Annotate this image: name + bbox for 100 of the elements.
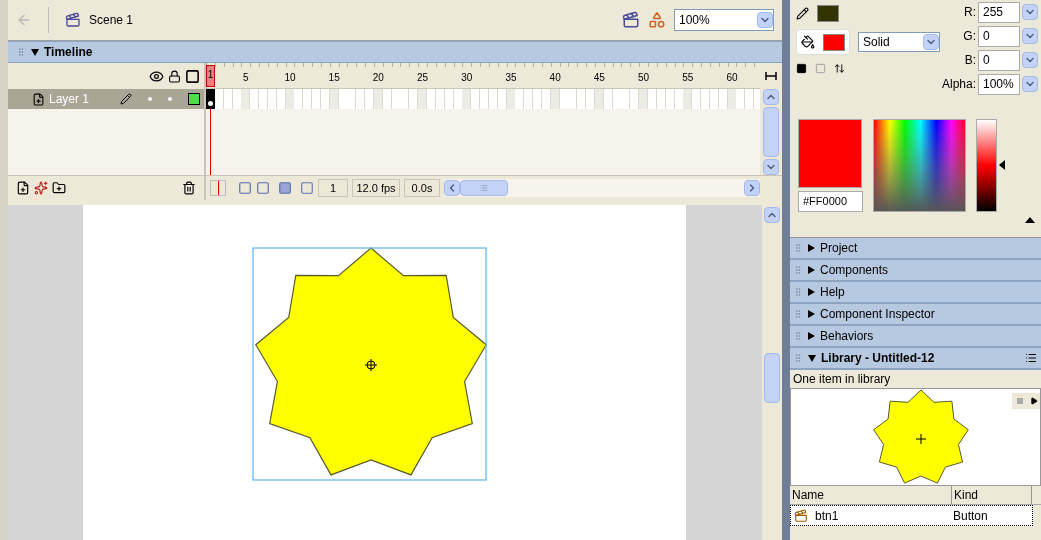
- add-folder-icon[interactable]: [52, 181, 66, 195]
- column-header[interactable]: Kind: [952, 486, 1032, 504]
- channel-label: B:: [964, 52, 976, 69]
- current-frame: 1: [318, 179, 348, 197]
- frame-number: 40: [549, 71, 561, 85]
- options-menu-icon[interactable]: [1025, 352, 1037, 364]
- frame-number: 30: [461, 71, 473, 85]
- scroll-up-button[interactable]: [763, 89, 779, 105]
- play-icon: [1030, 397, 1038, 405]
- channel-field[interactable]: 255: [978, 1, 1020, 23]
- edit-frames-icon[interactable]: [278, 181, 292, 195]
- outline-color-swatch[interactable]: [188, 93, 200, 105]
- scroll-down-button[interactable]: [763, 159, 779, 175]
- default-colors-icon[interactable]: [796, 62, 807, 74]
- color-spectrum[interactable]: [873, 119, 966, 212]
- grip-icon: [793, 287, 803, 297]
- frame-rate: 12.0 fps: [352, 179, 400, 197]
- panel-header[interactable]: Help: [790, 282, 1041, 304]
- channel-label: Alpha:: [941, 76, 976, 93]
- add-guide-icon[interactable]: [34, 181, 48, 195]
- frame-track[interactable]: [206, 89, 760, 109]
- fill-icon: [801, 35, 815, 49]
- onion-outline-icon[interactable]: [256, 181, 270, 195]
- channel-label: G:: [963, 28, 976, 45]
- collapsed-icon[interactable]: [808, 332, 815, 340]
- fill-color-swatch[interactable]: [823, 33, 845, 51]
- channel-field[interactable]: 0: [978, 25, 1020, 47]
- scene-label[interactable]: Scene 1: [89, 11, 134, 29]
- collapse-icon[interactable]: [1025, 217, 1035, 223]
- channel-field[interactable]: 0: [978, 49, 1020, 71]
- play-button[interactable]: [1028, 393, 1040, 409]
- channel-label: R:: [964, 4, 976, 21]
- center-frame-icon[interactable]: [210, 180, 226, 196]
- item-name: btn1: [814, 507, 840, 525]
- frame-number: 25: [417, 71, 429, 85]
- grip-icon: [16, 47, 26, 57]
- collapsed-icon[interactable]: [808, 266, 815, 274]
- button-symbol-icon: [794, 508, 808, 523]
- hex-field[interactable]: #FF0000: [798, 191, 863, 212]
- collapsed-icon[interactable]: [808, 310, 815, 318]
- edit-scene-icon[interactable]: [622, 11, 640, 29]
- stroke-icon: [796, 6, 809, 20]
- frame-number: 20: [372, 71, 384, 85]
- swap-colors-icon[interactable]: [834, 62, 845, 74]
- trash-icon[interactable]: [182, 181, 196, 195]
- frame-number: 35: [505, 71, 517, 85]
- scroll-up-button[interactable]: [764, 207, 780, 223]
- panel-header[interactable]: Project: [790, 238, 1041, 260]
- frame-number: 55: [682, 71, 694, 85]
- add-layer-icon[interactable]: [16, 181, 30, 195]
- expanded-icon[interactable]: [31, 48, 39, 56]
- stop-icon: [1017, 398, 1023, 404]
- item-kind: Button: [953, 507, 988, 525]
- outline-icon[interactable]: [185, 68, 200, 84]
- column-header[interactable]: Name: [790, 486, 952, 504]
- eye-icon[interactable]: [149, 68, 164, 84]
- library-item[interactable]: btn1 Button: [790, 505, 1033, 526]
- horizontal-scrollbar[interactable]: [444, 179, 760, 197]
- onion-skin-icon[interactable]: [238, 181, 252, 195]
- elapsed-time: 0.0s: [404, 179, 440, 197]
- grip-icon: [793, 265, 803, 275]
- scroll-right-button[interactable]: [744, 180, 760, 196]
- panel-header[interactable]: Behaviors: [790, 326, 1041, 348]
- layer-icon: [32, 92, 45, 106]
- registration-point-icon: [364, 358, 378, 372]
- crosshair-icon: [915, 433, 927, 445]
- panel-header[interactable]: Components: [790, 260, 1041, 282]
- frame-number: 60: [726, 71, 738, 85]
- frame-ruler[interactable]: 1 5 10 15 20 25 30 35 40 45 50 55 60: [206, 63, 760, 89]
- grip-icon: [793, 331, 803, 341]
- scrollbar-thumb[interactable]: [460, 180, 508, 196]
- keyframe[interactable]: [206, 89, 215, 109]
- lock-icon[interactable]: [168, 69, 181, 83]
- expanded-icon[interactable]: [808, 354, 816, 362]
- scene-icon: [65, 12, 81, 28]
- panel-header[interactable]: Library - Untitled-12: [790, 348, 1041, 370]
- panel-header[interactable]: Component Inspector: [790, 304, 1041, 326]
- onion-markers-icon[interactable]: [300, 181, 314, 195]
- scrollbar-thumb[interactable]: [764, 353, 780, 403]
- zoom-select[interactable]: 100%: [674, 9, 774, 31]
- frame-number: 45: [593, 71, 605, 85]
- pencil-icon: [120, 93, 132, 105]
- frame-number: 15: [328, 71, 340, 85]
- stroke-color-swatch[interactable]: [817, 4, 839, 22]
- collapsed-icon[interactable]: [808, 244, 815, 252]
- no-color-icon[interactable]: [815, 62, 826, 74]
- grip-icon: [793, 243, 803, 253]
- frame-number: 5: [243, 71, 249, 85]
- playhead[interactable]: 1: [206, 65, 215, 87]
- timeline-header[interactable]: Timeline: [8, 41, 782, 63]
- edit-symbols-icon[interactable]: [648, 11, 666, 29]
- grip-icon: [480, 184, 488, 192]
- frame-number: 10: [284, 71, 296, 85]
- collapsed-icon[interactable]: [808, 288, 815, 296]
- channel-field[interactable]: 100%: [978, 73, 1020, 95]
- fill-type-select[interactable]: Solid: [858, 32, 940, 52]
- layer-name: Layer 1: [49, 91, 91, 108]
- grip-icon: [793, 309, 803, 319]
- scrollbar-thumb[interactable]: [763, 107, 779, 157]
- scroll-left-button[interactable]: [444, 180, 460, 196]
